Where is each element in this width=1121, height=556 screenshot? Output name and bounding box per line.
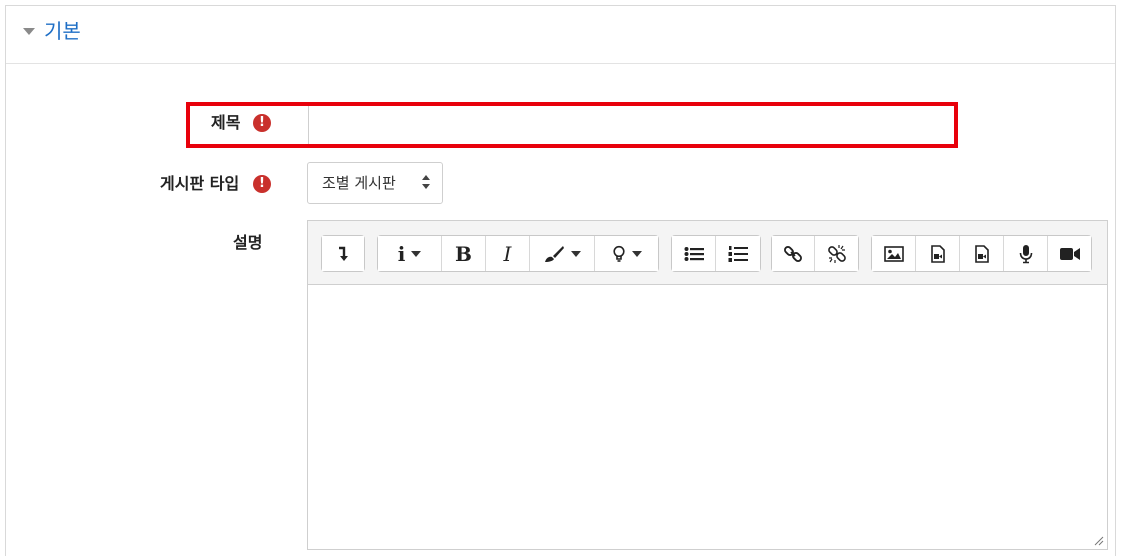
link-icon	[784, 245, 802, 262]
collapse-caret-icon[interactable]	[23, 28, 35, 35]
unordered-list-button[interactable]	[672, 236, 716, 271]
dropdown-caret-icon	[571, 250, 581, 257]
required-icon: !	[253, 175, 271, 193]
insert-media-button[interactable]	[916, 236, 960, 271]
section-title[interactable]: 기본	[44, 17, 81, 45]
unlink-icon	[827, 244, 846, 263]
ordered-list-button[interactable]	[716, 236, 760, 271]
show-more-buttons-button[interactable]	[322, 236, 364, 271]
level-down-icon	[339, 246, 348, 261]
section-header[interactable]: 기본	[6, 6, 1115, 64]
image-icon	[883, 245, 904, 262]
lightbulb-icon	[612, 245, 625, 262]
manage-files-button[interactable]	[960, 236, 1004, 271]
microphone-icon	[1019, 244, 1032, 263]
toolbar-group-style: i B I	[377, 235, 659, 272]
description-editor: i B I	[307, 220, 1108, 550]
record-audio-button[interactable]	[1004, 236, 1048, 271]
board-type-selected-value: 조별 게시판	[322, 174, 396, 192]
select-updown-icon	[422, 175, 430, 191]
paintbrush-icon	[545, 245, 564, 262]
insert-link-button[interactable]	[772, 236, 815, 271]
numbered-list-icon	[728, 245, 748, 262]
toolbar-group-links	[771, 235, 859, 272]
media-file-icon	[930, 244, 945, 263]
video-camera-icon	[1059, 247, 1080, 260]
paragraph-styles-button[interactable]: i	[378, 236, 442, 271]
description-label: 설명	[233, 233, 263, 252]
video-file-icon	[974, 244, 989, 263]
bold-button[interactable]: B	[442, 236, 486, 271]
italic-button[interactable]: I	[486, 236, 530, 271]
resize-handle-icon[interactable]	[1094, 536, 1104, 546]
board-type-select[interactable]: 조별 게시판	[307, 162, 443, 204]
editor-toolbar: i B I	[308, 221, 1107, 285]
bold-icon: B	[455, 241, 472, 266]
unlink-button[interactable]	[815, 236, 858, 271]
font-color-button[interactable]	[530, 236, 595, 271]
toolbar-group-lists	[671, 235, 761, 272]
toolbar-group-media	[871, 235, 1092, 272]
info-icon: i	[397, 241, 406, 266]
italic-icon: I	[503, 241, 512, 266]
background-color-button[interactable]	[595, 236, 658, 271]
board-type-label: 게시판 타입	[160, 174, 240, 193]
dropdown-caret-icon	[631, 250, 642, 257]
toolbar-group-collapse	[321, 235, 365, 272]
bullet-list-icon	[684, 246, 704, 261]
dropdown-caret-icon	[411, 250, 422, 257]
insert-image-button[interactable]	[872, 236, 916, 271]
record-video-button[interactable]	[1048, 236, 1091, 271]
highlight-annotation-box	[186, 102, 958, 148]
editor-content-area[interactable]	[308, 285, 1107, 549]
